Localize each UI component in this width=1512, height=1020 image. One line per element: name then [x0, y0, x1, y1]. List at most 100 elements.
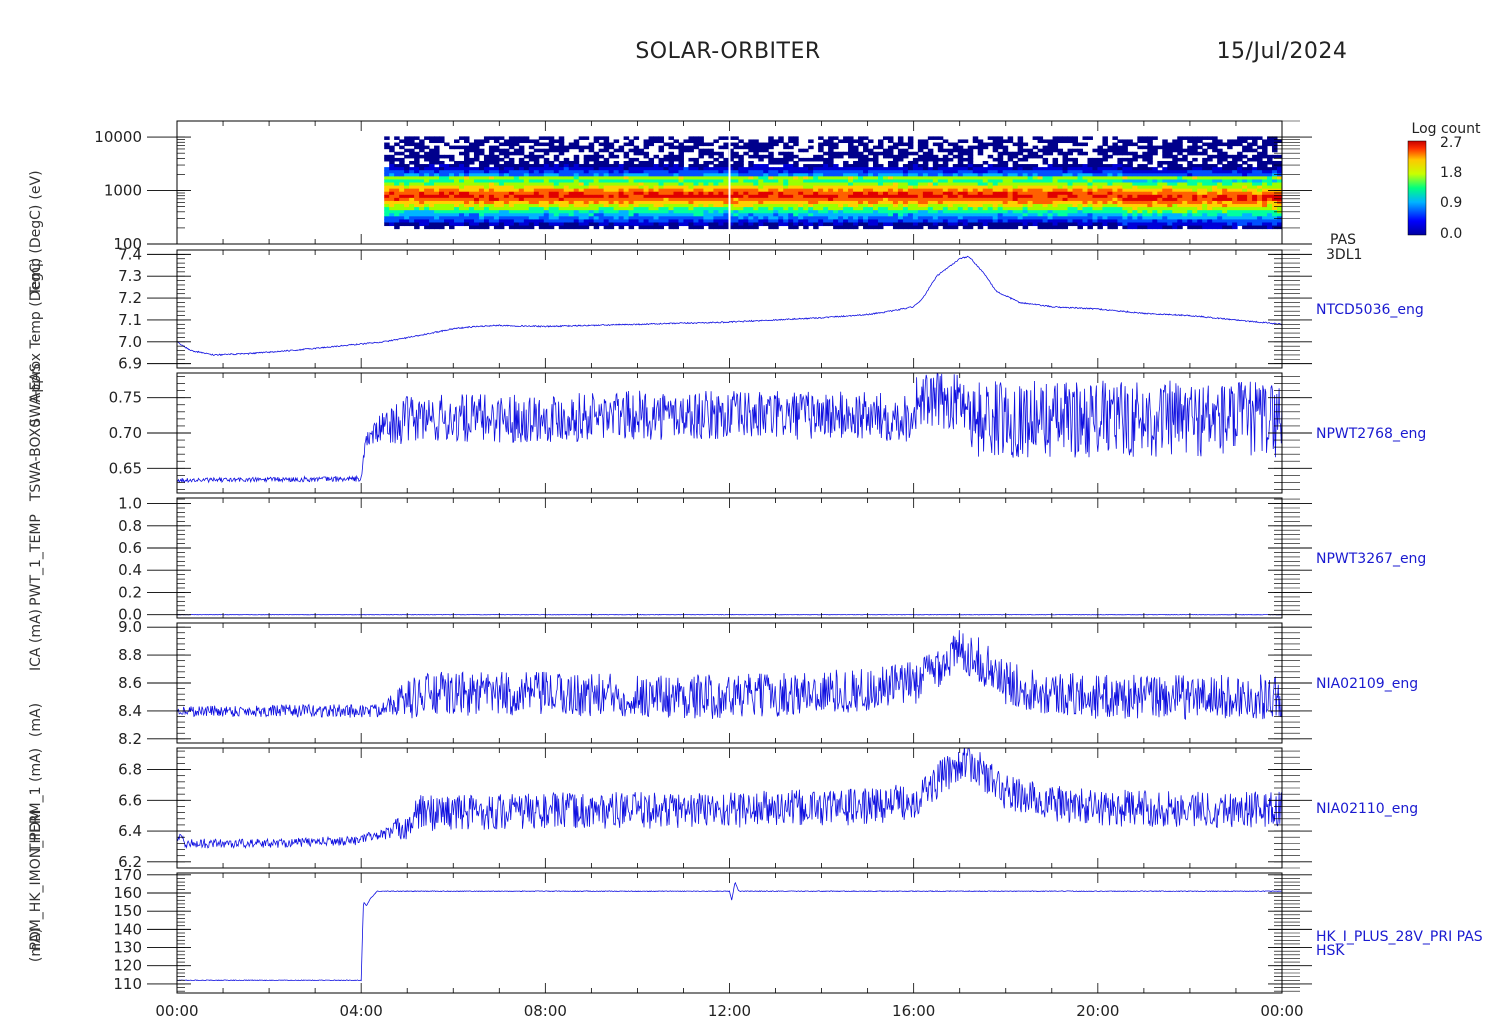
- spectrogram-cell: [947, 191, 954, 196]
- spectrogram-cell: [668, 222, 674, 227]
- spectrogram-cell: [743, 170, 749, 174]
- spectrogram-cell: [853, 176, 859, 180]
- spectrogram-cell: [643, 197, 650, 202]
- spectrogram-cell: [1182, 204, 1188, 208]
- spectrogram-cell: [483, 219, 490, 223]
- spectrogram-cell: [912, 182, 919, 187]
- spectrogram-cell: [528, 173, 535, 177]
- spectrogram-cell: [558, 142, 565, 147]
- spectrogram-cell: [1097, 188, 1103, 193]
- spectrogram-cell: [1182, 176, 1188, 180]
- spectrogram-cell: [977, 145, 984, 150]
- spectrogram-cell: [1132, 191, 1138, 196]
- spectrogram-cell: [1162, 167, 1168, 171]
- spectrogram-cell: [987, 154, 994, 159]
- spectrogram-cell: [887, 154, 894, 159]
- spectrogram-cell: [558, 167, 565, 171]
- spectrogram-cell: [768, 139, 774, 144]
- spectrogram-cell: [528, 145, 535, 150]
- spectrogram-cell: [972, 197, 979, 202]
- spectrogram-cell: [977, 213, 984, 217]
- spectrogram-cell: [823, 142, 829, 147]
- spectrogram-cell: [843, 225, 849, 230]
- spectrogram-cell: [708, 219, 714, 223]
- spectrogram-cell: [1072, 173, 1078, 177]
- spectrogram-cell: [1172, 222, 1178, 227]
- spectrogram-cell: [693, 157, 699, 162]
- spectrogram-cell: [1177, 219, 1183, 223]
- spectrogram-cell: [678, 216, 684, 220]
- spectrogram-cell: [573, 216, 580, 220]
- spectrogram-cell: [1147, 222, 1153, 227]
- spectrogram-cell: [483, 160, 490, 165]
- spectrogram-cell: [678, 210, 684, 214]
- spectrogram-cell: [738, 185, 744, 190]
- spectrogram-cell: [798, 210, 804, 214]
- spectrogram-cell: [828, 157, 834, 162]
- spectrogram-cell: [708, 142, 714, 147]
- spectrogram-cell: [1037, 136, 1044, 140]
- spectrogram-cell: [1067, 157, 1074, 162]
- spectrogram-cell: [533, 204, 540, 208]
- spectrogram-cell: [1162, 170, 1168, 174]
- spectrogram-cell: [1042, 213, 1049, 217]
- spectrogram-cell: [608, 185, 615, 190]
- spectrogram-cell: [1152, 188, 1158, 193]
- spectrogram-cell: [808, 207, 814, 211]
- spectrogram-cell: [868, 200, 874, 205]
- spectrogram-cell: [843, 191, 849, 196]
- spectrogram-cell: [553, 213, 560, 217]
- spectrogram-cell: [828, 207, 834, 211]
- spectrogram-cell: [708, 207, 714, 211]
- spectrogram-cell: [1017, 207, 1024, 211]
- spectrogram-cell: [833, 200, 839, 205]
- spectrogram-cell: [1267, 142, 1273, 147]
- spectrogram-cell: [444, 197, 450, 202]
- spectrogram-cell: [1157, 179, 1163, 183]
- spectrogram-cell: [1167, 151, 1173, 156]
- spectrogram-cell: [523, 204, 530, 208]
- spectrogram-cell: [463, 179, 470, 183]
- spectrogram-cell: [1157, 176, 1163, 180]
- spectrogram-cell: [872, 170, 879, 174]
- spectrogram-cell: [753, 142, 759, 147]
- spectrogram-cell: [508, 173, 515, 177]
- spectrogram-cell: [977, 204, 984, 208]
- spectrogram-cell: [633, 151, 640, 156]
- spectrogram-cell: [863, 136, 869, 140]
- spectrogram-cell: [1152, 219, 1158, 223]
- spectrogram-cell: [503, 207, 510, 211]
- spectrogram-cell: [1022, 222, 1029, 227]
- spectrogram-cell: [533, 194, 540, 199]
- spectrogram-cell: [848, 170, 854, 174]
- spectrogram-cell: [698, 200, 704, 205]
- spectrogram-cell: [414, 188, 420, 193]
- spectrogram-cell: [538, 207, 545, 211]
- spectrogram-cell: [389, 204, 395, 208]
- spectrogram-cell: [1262, 213, 1268, 217]
- spectrogram-cell: [902, 170, 909, 174]
- spectrogram-cell: [1117, 173, 1123, 177]
- spectrogram-cell: [389, 179, 395, 183]
- spectrogram-cell: [758, 164, 764, 168]
- spectrogram-cell: [932, 222, 939, 227]
- spectrogram-cell: [778, 188, 784, 193]
- spectrogram-cell: [1122, 219, 1128, 223]
- spectrogram-cell: [1142, 188, 1148, 193]
- spectrogram-cell: [708, 222, 714, 227]
- spectrogram-cell: [493, 167, 500, 171]
- spectrogram-cell: [723, 219, 729, 223]
- spectrogram-cell: [658, 225, 665, 230]
- spectrogram-cell: [1192, 170, 1198, 174]
- spectrogram-cell: [653, 170, 660, 174]
- spectrogram-cell: [887, 176, 894, 180]
- spectrogram-cell: [1052, 182, 1059, 187]
- spectrogram-cell: [808, 185, 814, 190]
- spectrogram-cell: [733, 151, 739, 156]
- spectrogram-cell: [563, 194, 570, 199]
- spectrogram-cell: [638, 207, 645, 211]
- spectrogram-cell: [927, 200, 934, 205]
- spectrogram-cell: [1192, 179, 1198, 183]
- spectrogram-cell: [1147, 185, 1153, 190]
- spectrogram-cell: [763, 167, 769, 171]
